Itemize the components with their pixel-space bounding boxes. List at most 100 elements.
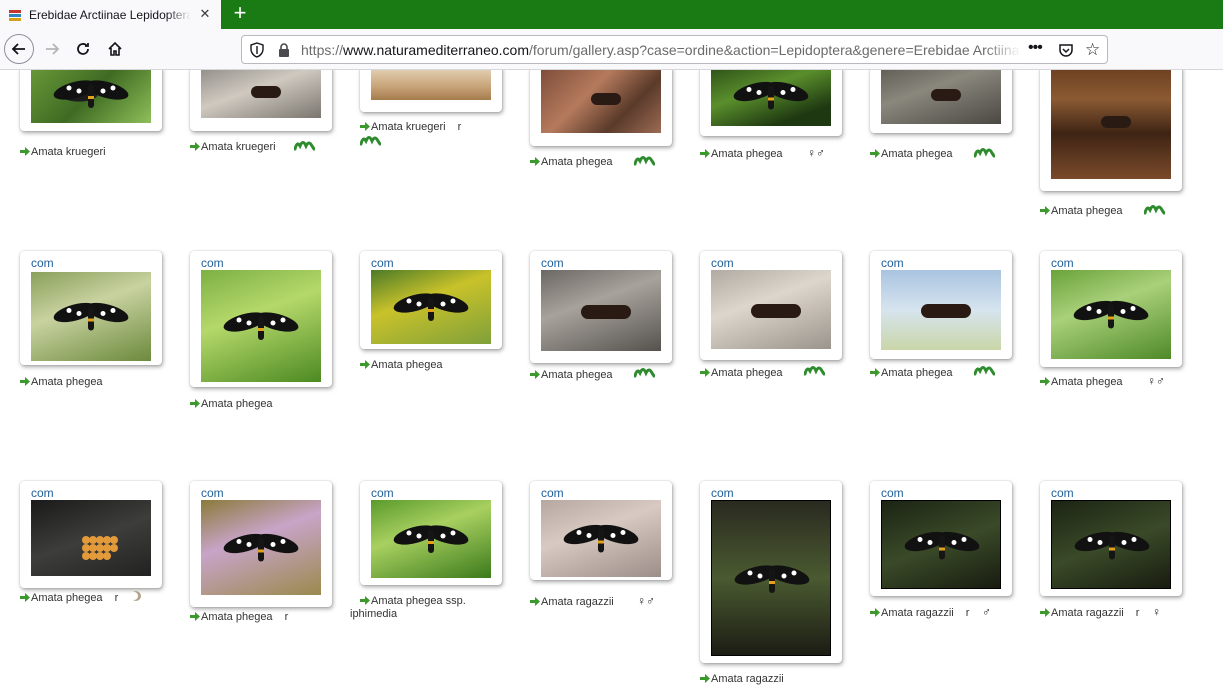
species-caption-link[interactable]: Amata phegea — [1040, 205, 1123, 218]
gallery-thumbnail-card[interactable]: com — [1040, 481, 1182, 596]
gallery-photo[interactable] — [201, 500, 321, 595]
gallery-photo[interactable] — [201, 70, 321, 118]
species-caption-link[interactable]: Amata ragazzii r — [870, 607, 969, 620]
gallery-photo[interactable] — [1051, 500, 1171, 589]
species-caption-link[interactable]: Amata phegea — [190, 398, 273, 411]
url-text[interactable]: https://www.naturamediterraneo.com/forum… — [301, 42, 1021, 58]
com-link[interactable]: com — [1051, 486, 1074, 500]
species-caption-link[interactable]: Amata phegea ssp. — [360, 595, 466, 608]
com-link[interactable]: com — [201, 256, 224, 270]
species-caption-link[interactable]: Amata phegea r — [190, 611, 288, 624]
species-caption-link[interactable]: Amata ragazzii — [700, 673, 784, 686]
gallery-photo[interactable] — [201, 270, 321, 382]
species-subspecies-text: iphimedia — [350, 608, 398, 620]
tab-strip: Erebidae Arctiinae Lepidoptera ✕ + — [0, 0, 1223, 29]
species-caption-link[interactable]: Amata phegea r — [20, 592, 118, 605]
com-link[interactable]: com — [31, 256, 54, 270]
species-caption-link[interactable]: Amata kruegeri — [190, 141, 276, 154]
back-button[interactable] — [4, 34, 34, 64]
gallery-photo[interactable] — [371, 500, 491, 578]
com-link[interactable]: com — [371, 486, 394, 500]
gallery-thumbnail-card[interactable]: com — [20, 251, 162, 365]
arrow-link-icon — [530, 370, 540, 379]
gallery-thumbnail-card[interactable]: com — [1040, 251, 1182, 367]
com-link[interactable]: com — [1051, 256, 1074, 270]
caterpillar-figure — [751, 303, 801, 318]
gallery-photo[interactable] — [541, 270, 661, 351]
gallery-photo[interactable] — [1051, 70, 1171, 179]
species-caption-link[interactable]: Amata phegea — [870, 367, 953, 380]
com-link[interactable]: com — [711, 486, 734, 500]
bookmark-star-icon[interactable]: ☆ — [1085, 40, 1100, 60]
home-button[interactable] — [101, 35, 129, 63]
gallery-photo[interactable] — [31, 500, 151, 576]
sex-symbol: ♀ — [1152, 605, 1161, 619]
gallery-thumbnail-card[interactable]: com — [530, 481, 672, 580]
com-link[interactable]: com — [881, 486, 904, 500]
species-caption-link[interactable]: Amata phegea — [20, 376, 103, 389]
gallery-thumbnail-card[interactable]: com — [190, 481, 332, 607]
gallery-thumbnail-card[interactable] — [700, 70, 842, 136]
species-caption-link[interactable]: Amata phegea — [530, 156, 613, 169]
species-caption-link[interactable]: Amata ragazzii r — [1040, 607, 1139, 620]
com-link[interactable]: com — [201, 486, 224, 500]
gallery-photo[interactable] — [371, 270, 491, 344]
gallery-thumbnail-card[interactable] — [530, 70, 672, 146]
species-caption-link[interactable]: Amata phegea — [700, 367, 783, 380]
lock-icon[interactable] — [277, 42, 291, 58]
gallery-photo[interactable] — [711, 70, 831, 126]
com-link[interactable]: com — [31, 486, 54, 500]
gallery-thumbnail-card[interactable] — [190, 70, 332, 131]
gallery-photo[interactable] — [371, 70, 491, 100]
gallery-photo[interactable] — [31, 272, 151, 361]
tab-active[interactable]: Erebidae Arctiinae Lepidoptera ✕ — [0, 0, 221, 29]
com-link[interactable]: com — [371, 256, 394, 270]
species-name: Amata phegea — [31, 592, 103, 604]
gallery-thumbnail-card[interactable] — [870, 70, 1012, 133]
gallery-thumbnail-card[interactable] — [360, 70, 502, 112]
gallery-thumbnail-card[interactable]: com — [20, 481, 162, 588]
species-caption-link[interactable]: Amata ragazzii — [530, 596, 614, 609]
gallery-photo[interactable] — [541, 500, 661, 577]
com-link[interactable]: com — [881, 256, 904, 270]
address-bar[interactable]: https://www.naturamediterraneo.com/forum… — [241, 35, 1108, 64]
species-name: Amata phegea — [31, 376, 103, 388]
gallery-thumbnail-card[interactable]: com — [360, 481, 502, 585]
gallery-thumbnail-card[interactable]: com — [700, 481, 842, 663]
gallery-thumbnail-card[interactable]: com — [870, 481, 1012, 596]
arrow-link-icon — [870, 608, 880, 617]
gallery-thumbnail-card[interactable]: com — [530, 251, 672, 363]
com-link[interactable]: com — [541, 256, 564, 270]
new-tab-button[interactable]: + — [227, 1, 253, 27]
gallery-photo[interactable] — [31, 70, 151, 123]
gallery-thumbnail-card[interactable] — [1040, 70, 1182, 191]
species-caption-link[interactable]: Amata phegea — [700, 148, 783, 161]
species-caption-link[interactable]: Amata phegea — [1040, 376, 1123, 389]
caterpillar-icon — [974, 366, 995, 376]
tracking-shield-icon[interactable] — [249, 42, 265, 58]
species-caption-link[interactable]: Amata phegea — [360, 359, 443, 372]
gallery-photo[interactable] — [711, 270, 831, 349]
gallery-photo[interactable] — [1051, 270, 1171, 359]
arrow-link-icon — [190, 399, 200, 408]
species-caption-link[interactable]: Amata phegea — [870, 148, 953, 161]
species-caption-link[interactable]: Amata phegea — [530, 369, 613, 382]
com-link[interactable]: com — [541, 486, 564, 500]
reload-button[interactable] — [69, 35, 97, 63]
species-caption-link[interactable]: Amata kruegeri — [20, 146, 106, 159]
gallery-thumbnail-card[interactable] — [20, 70, 162, 131]
gallery-thumbnail-card[interactable]: com — [360, 251, 502, 349]
page-actions-menu-icon[interactable]: ••• — [1028, 39, 1043, 57]
forward-button[interactable] — [38, 35, 66, 63]
gallery-photo[interactable] — [541, 70, 661, 133]
gallery-photo[interactable] — [881, 500, 1001, 589]
gallery-photo[interactable] — [881, 70, 1001, 124]
gallery-photo[interactable] — [711, 500, 831, 656]
gallery-thumbnail-card[interactable]: com — [870, 251, 1012, 359]
com-link[interactable]: com — [711, 256, 734, 270]
close-tab-icon[interactable]: ✕ — [197, 6, 213, 22]
pocket-icon[interactable] — [1058, 42, 1074, 58]
gallery-thumbnail-card[interactable]: com — [190, 251, 332, 387]
gallery-photo[interactable] — [881, 270, 1001, 350]
gallery-thumbnail-card[interactable]: com — [700, 251, 842, 360]
